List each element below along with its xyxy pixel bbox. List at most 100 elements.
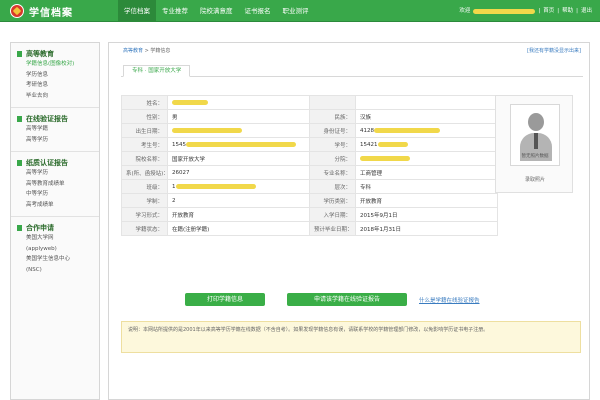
table-row: 院校名称： 国家开放大学 分院：: [121, 151, 498, 166]
apply-report-button[interactable]: 申请该学籍在线验证报告: [287, 293, 407, 306]
home-link[interactable]: 首页: [543, 0, 554, 22]
field-value-text: 1: [172, 183, 176, 190]
avatar-placeholder-icon: [528, 113, 544, 131]
field-value-text: 2: [172, 197, 176, 204]
sidebar-item-applyweb[interactable]: 美国大学网: [17, 233, 93, 244]
breadcrumb-current: 学籍信息: [150, 48, 171, 54]
nav-item-archive[interactable]: 学信档案: [118, 0, 156, 22]
table-row: 学籍状态： 在籍(注册学籍) 预计毕业日期： 2018年1月31日: [121, 221, 498, 236]
nav-item-career-test[interactable]: 职业测评: [277, 0, 315, 22]
field-label: 入学日期：: [309, 207, 356, 222]
field-value: 国家开放大学: [167, 151, 310, 166]
field-label: 学历类别：: [309, 193, 356, 208]
user-separator: |: [538, 8, 541, 14]
field-value-text: 4128: [360, 127, 374, 134]
user-name-redacted: [473, 8, 536, 14]
field-label: 学制：: [121, 193, 168, 208]
redaction-mark: [175, 183, 256, 189]
breadcrumb-separator: >: [144, 48, 149, 54]
field-value: 工商管理: [355, 165, 498, 180]
table-row: 班级： 1 层次： 专科: [121, 179, 498, 194]
sidebar-item-applyweb-sub[interactable]: (applyweb): [17, 244, 93, 255]
sidebar-item-paper-gaokao[interactable]: 高考成绩单: [17, 200, 93, 211]
nav-item-school-satisfaction[interactable]: 院校满意度: [194, 0, 239, 22]
missing-record-link[interactable]: [我还有学籍没显示出来]: [527, 47, 581, 54]
field-value: [355, 151, 498, 166]
logout-link[interactable]: 退出: [581, 0, 592, 22]
table-row: 考生号： 1545 学号： 15421: [121, 137, 498, 152]
photo-label: 录取照片: [524, 177, 545, 183]
sidebar-item-online-enrollment[interactable]: 高等学籍: [17, 124, 93, 135]
sidebar-item-enrollment[interactable]: 学籍信息(图像校对): [17, 59, 93, 70]
field-value: [355, 95, 498, 110]
sidebar-item-paper-secondary[interactable]: 中等学历: [17, 189, 93, 200]
field-value: [167, 123, 310, 138]
nav-item-certificate-signup[interactable]: 证书报名: [239, 0, 277, 22]
enrollment-info-table: 姓名： 性别： 男 民族： 汉族 出生日期： 身份证号： 4128 考生号： 1545 学号： 154…: [121, 95, 498, 236]
print-info-button[interactable]: 打印学籍信息: [185, 293, 265, 306]
user-area: 欢迎 | 首页 | 帮助 | 退出: [459, 0, 592, 22]
field-label: 身份证号：: [309, 123, 356, 138]
field-label: 班级：: [121, 179, 168, 194]
field-value: 2: [167, 193, 310, 208]
sidebar-group-title: 在线验证报告: [17, 114, 93, 124]
breadcrumb-root[interactable]: 高等教育: [123, 48, 143, 54]
field-label: 姓名：: [121, 95, 168, 110]
redaction-mark: [172, 127, 242, 133]
table-row: 姓名：: [121, 95, 498, 110]
field-label: 性别：: [121, 109, 168, 124]
field-value: 15421: [355, 137, 498, 152]
sidebar-item-degree[interactable]: 学历信息: [17, 70, 93, 81]
sidebar-item-online-degree[interactable]: 高等学历: [17, 135, 93, 146]
field-value: [167, 95, 310, 110]
field-value-text: 男: [172, 114, 178, 121]
sidebar-item-destination[interactable]: 毕业去向: [17, 91, 93, 102]
field-value: 4128: [355, 123, 498, 138]
redaction-mark: [377, 141, 408, 147]
brand-title: 学信档案: [29, 8, 73, 19]
field-label: 分院：: [309, 151, 356, 166]
photo-caption: 暂无照片数据: [521, 154, 549, 159]
field-value: 1545: [167, 137, 310, 152]
sidebar-item-nsc-sub[interactable]: (NSC): [17, 265, 93, 276]
field-label: [309, 95, 356, 110]
redaction-mark: [172, 99, 208, 105]
field-label: 层次：: [309, 179, 356, 194]
field-value: 在籍(注册学籍): [167, 221, 310, 236]
field-value: 开放教育: [167, 207, 310, 222]
field-value: 2015年9月1日: [355, 207, 498, 222]
field-value-text: 开放教育: [172, 212, 195, 219]
nav-item-major-recommend[interactable]: 专业推荐: [156, 0, 194, 22]
user-separator: |: [557, 8, 560, 14]
help-link-top[interactable]: 帮助: [562, 0, 573, 22]
field-value-text: 26027: [172, 169, 190, 176]
table-row: 学制： 2 学历类别： 开放教育: [121, 193, 498, 208]
field-value: 汉族: [355, 109, 498, 124]
sidebar-item-paper-degree[interactable]: 高等学历: [17, 168, 93, 179]
report-info-link[interactable]: 什么是学籍在线验证报告: [419, 296, 480, 304]
chsi-logo[interactable]: 学信档案: [10, 3, 110, 19]
tab-record[interactable]: 专科 · 国家开放大学: [123, 65, 191, 77]
sidebar-group-title: 高等教育: [17, 49, 93, 59]
photo-box: 暂无照片数据 录取照片: [495, 95, 573, 193]
field-label: 学号：: [309, 137, 356, 152]
sidebar-item-nsc[interactable]: 美国学生信息中心: [17, 254, 93, 265]
sidebar-item-postgrad-exam[interactable]: 考研信息: [17, 80, 93, 91]
field-value-text: 工商管理: [360, 170, 383, 177]
field-value-text: 专科: [360, 184, 372, 191]
table-row: 性别： 男 民族： 汉族: [121, 109, 498, 124]
field-value: 专科: [355, 179, 498, 194]
field-label: 出生日期：: [121, 123, 168, 138]
sidebar: 高等教育 学籍信息(图像校对) 学历信息 考研信息 毕业去向 在线验证报告 高等…: [10, 42, 100, 400]
table-row: 学习形式： 开放教育 入学日期： 2015年9月1日: [121, 207, 498, 222]
field-value-text: 15421: [360, 141, 378, 148]
field-label: 民族：: [309, 109, 356, 124]
redaction-mark: [186, 141, 296, 147]
sidebar-item-paper-transcript[interactable]: 高等教育成绩单: [17, 179, 93, 190]
field-label: 学习形式：: [121, 207, 168, 222]
main-nav: 学信档案 专业推荐 院校满意度 证书报名 职业测评: [118, 0, 315, 22]
sidebar-group-higher-edu: 高等教育 学籍信息(图像校对) 学历信息 考研信息 毕业去向: [11, 43, 99, 103]
sidebar-group-paper-report: 纸质认证报告 高等学历 高等教育成绩单 中等学历 高考成绩单: [11, 152, 99, 212]
field-value-text: 2015年9月1日: [360, 212, 398, 219]
field-label: 专业名称：: [309, 165, 356, 180]
